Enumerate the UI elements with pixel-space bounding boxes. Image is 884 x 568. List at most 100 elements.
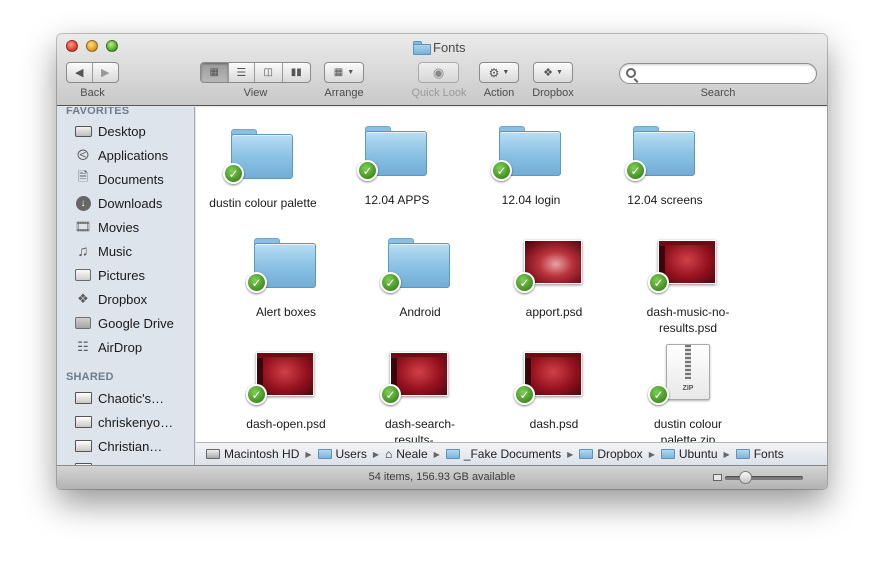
sidebar-item-shared-computer[interactable]: chriskenyo…	[74, 412, 173, 432]
view-control: ▦ ☰ ◫ ▮▮	[200, 62, 311, 83]
icon-size-slider[interactable]	[725, 471, 803, 484]
sync-checkmark-icon: ✓	[357, 160, 378, 181]
path-crumb-label: Fonts	[753, 447, 784, 461]
sidebar-item-applications[interactable]: ⧀ Applications	[74, 145, 168, 165]
file-item[interactable]: ✓ Alert boxes	[219, 232, 353, 320]
back-button[interactable]: ◀	[67, 63, 93, 82]
small-icon-size-icon	[713, 474, 722, 481]
view-label: View	[243, 87, 268, 99]
applications-icon: ⧀	[76, 146, 89, 164]
quick-look-label: Quick Look	[411, 87, 467, 99]
path-crumb[interactable]: Fonts	[735, 447, 784, 461]
finder-window: Fonts ◀ ▶ Back ▦ ☰ ◫ ▮▮ View ▦ ▼ Arrange…	[57, 34, 827, 489]
search-field[interactable]	[619, 63, 817, 84]
arrange-button[interactable]: ▦ ▼	[324, 62, 364, 83]
list-view-button[interactable]: ☰	[229, 63, 256, 82]
chevron-down-icon: ▼	[555, 69, 563, 76]
action-button[interactable]: ⚙ ▼	[479, 62, 519, 83]
sidebar-item-label: Downloads	[98, 195, 163, 211]
sidebar-item-pictures[interactable]: Pictures	[74, 265, 145, 285]
path-crumb[interactable]: ⌂ Neale	[385, 447, 428, 461]
dropbox-label: Dropbox	[532, 87, 574, 99]
sidebar-item-shared-computer[interactable]: Chaotic's…	[74, 388, 164, 408]
file-name: dash-open.psd	[246, 417, 326, 431]
path-separator-icon: ▶	[372, 449, 380, 459]
column-view-button[interactable]: ◫	[255, 63, 283, 82]
sync-checkmark-icon: ✓	[246, 384, 267, 405]
file-item[interactable]: ✓ dash-music-no-results.psd	[621, 232, 755, 336]
sidebar-item-desktop[interactable]: Desktop	[74, 121, 146, 141]
sidebar-item-movies[interactable]: 🎞 Movies	[74, 217, 139, 237]
sidebar-item-google-drive[interactable]: Google Drive	[74, 313, 174, 333]
folder-icon	[413, 41, 431, 55]
zoom-button[interactable]	[106, 40, 118, 52]
path-crumb-label: Users	[335, 447, 367, 461]
cover-flow-button[interactable]: ▮▮	[283, 63, 310, 82]
sidebar-item-label: Chaotic's…	[98, 390, 165, 406]
file-item[interactable]: ✓ 12.04 APPS	[330, 120, 464, 208]
downloads-icon: ↓	[74, 195, 92, 211]
sync-checkmark-icon: ✓	[625, 160, 646, 181]
sidebar: FAVORITES Desktop ⧀ Applications 🗎 Docum…	[57, 107, 195, 465]
path-crumb[interactable]: Dropbox	[579, 447, 643, 461]
sidebar-item-label: Pictures	[98, 267, 145, 283]
file-item[interactable]: ✓ dustin colour palette	[196, 123, 330, 211]
chevron-down-icon: ▼	[347, 69, 355, 76]
quick-look-button[interactable]: ◉	[418, 62, 459, 83]
sync-checkmark-icon: ✓	[246, 272, 267, 293]
arrange-grid-icon: ▦	[333, 67, 344, 78]
folder-icon	[445, 449, 460, 459]
file-item[interactable]: ✓ apport.psd	[487, 232, 621, 320]
sidebar-item-documents[interactable]: 🗎 Documents	[74, 169, 164, 189]
path-crumb[interactable]: Users	[317, 447, 367, 461]
folder-icon	[660, 449, 675, 459]
back-label: Back	[80, 87, 105, 99]
icon-size-slider-knob[interactable]	[738, 471, 752, 484]
file-item[interactable]: ✓ dash-search-results-…nded.psd	[353, 344, 487, 442]
forward-button[interactable]: ▶	[93, 63, 118, 82]
path-separator-icon: ▶	[433, 449, 440, 459]
sync-checkmark-icon: ✓	[514, 384, 535, 405]
sidebar-item-downloads[interactable]: ↓ Downloads	[74, 193, 162, 213]
sync-checkmark-icon: ✓	[514, 272, 535, 293]
close-button[interactable]	[66, 40, 78, 52]
dropbox-icon: ❖	[543, 67, 553, 79]
search-input[interactable]	[642, 66, 812, 82]
path-separator-icon: ▶	[305, 449, 312, 459]
folder-icon	[735, 449, 750, 459]
path-crumb[interactable]: _Fake Documents	[445, 447, 562, 461]
file-item[interactable]: ZIP ✓ dustin colour palette.zip	[621, 344, 755, 442]
search-label: Search	[700, 87, 736, 99]
path-separator-icon: ▶	[648, 449, 655, 459]
computer-icon	[74, 414, 92, 430]
shared-header: SHARED	[66, 371, 114, 383]
sidebar-item-airdrop[interactable]: ☷ AirDrop	[74, 337, 142, 357]
path-crumb[interactable]: Macintosh HD	[206, 447, 299, 461]
file-item[interactable]: ✓ dash-open.psd	[219, 344, 353, 432]
sync-checkmark-icon: ✓	[648, 272, 669, 293]
file-item[interactable]: ✓ Android	[353, 232, 487, 320]
chevron-down-icon: ▼	[502, 69, 510, 76]
sidebar-item-label: Applications	[98, 147, 169, 163]
window-title: Fonts	[413, 39, 466, 55]
sidebar-item-shared-computer[interactable]: Christian…	[74, 436, 162, 456]
file-name: dash-music-no-results.psd	[646, 305, 730, 335]
icon-view-button[interactable]: ▦	[201, 63, 229, 82]
file-item[interactable]: ✓ 12.04 screens	[598, 120, 732, 208]
icon-view-icon: ▦	[209, 67, 219, 78]
minimize-button[interactable]	[86, 40, 98, 52]
file-name: dash.psd	[529, 417, 579, 431]
file-item[interactable]: ✓ 12.04 login	[464, 120, 598, 208]
path-crumb-label: Macintosh HD	[224, 447, 300, 461]
dropbox-button[interactable]: ❖ ▼	[533, 62, 573, 83]
sidebar-item-music[interactable]: ♫ Music	[74, 241, 132, 261]
computer-icon	[74, 438, 92, 454]
toolbar: Fonts ◀ ▶ Back ▦ ☰ ◫ ▮▮ View ▦ ▼ Arrange…	[57, 34, 827, 106]
file-item[interactable]: ✓ dash.psd	[487, 344, 621, 432]
zip-badge: ZIP	[682, 385, 694, 392]
eye-icon: ◉	[432, 64, 445, 80]
sidebar-item-dropbox[interactable]: ❖ Dropbox	[74, 289, 147, 309]
file-icon-grid: ✓ dustin colour palette ✓ 12.04 APPS ✓ 1…	[196, 107, 827, 442]
path-crumb[interactable]: Ubuntu	[660, 447, 718, 461]
path-crumb-label: _Fake Documents	[463, 447, 562, 461]
